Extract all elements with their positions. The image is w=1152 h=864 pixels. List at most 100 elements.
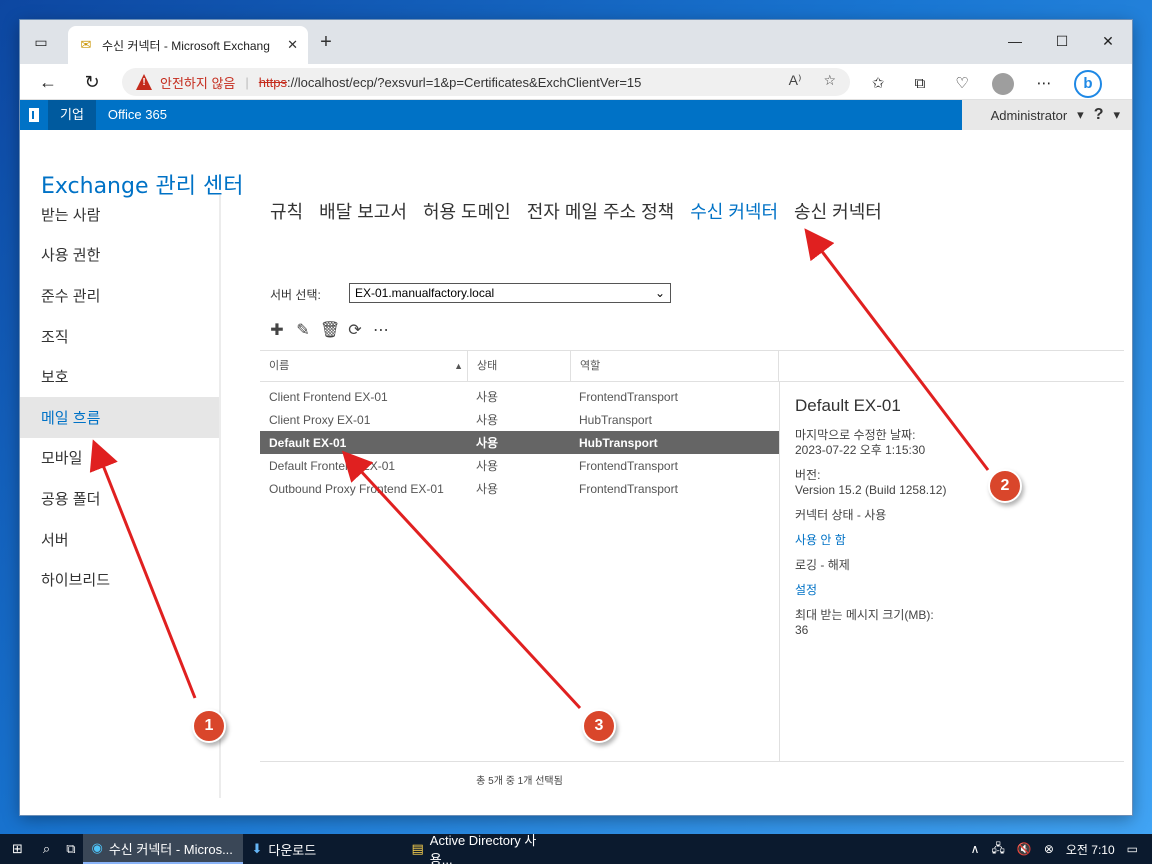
office-logo-icon[interactable] [20,100,48,130]
table-row[interactable]: Client Frontend EX-01 사용 FrontendTranspo… [260,385,779,408]
nav-divider [219,195,221,798]
refresh-icon[interactable]: ⟳ [346,320,364,340]
user-menu[interactable]: Administrator [991,108,1068,123]
row-status: 사용 [476,436,499,450]
row-status: 사용 [476,413,499,427]
close-window-button[interactable]: ✕ [1093,30,1123,52]
disable-link[interactable]: 사용 안 함 [795,533,1115,548]
more-options-icon[interactable]: ⋯ [1032,72,1056,96]
profile-avatar[interactable] [992,73,1014,95]
taskbar-app-downloads-label: 다운로드 [268,842,317,858]
row-status: 사용 [476,390,499,404]
new-tab-button[interactable]: + [316,32,336,52]
ecp-top-bar: 기업 Office 365 Administrator ▾ ? ▾ [20,100,1132,130]
network-icon[interactable]: 🖧 [991,839,1004,860]
tab-rules[interactable]: 규칙 [270,198,303,224]
refresh-button[interactable]: ↻ [80,70,104,94]
tab-delivery-reports[interactable]: 배달 보고서 [319,198,407,224]
nav-office365[interactable]: Office 365 [96,100,179,130]
connector-status: 커넥터 상태 - 사용 [795,508,887,522]
notifications-icon[interactable]: ▭ [1127,842,1138,856]
sort-ascending-icon: ▲ [454,361,463,371]
nav-item-compliance[interactable]: 준수 관리 [20,275,220,316]
url-field[interactable]: ! 안전하지 않음 | https ://localhost/ecp/?exsv… [122,68,850,96]
taskbar-app-downloads[interactable]: ⬇ 다운로드 [243,834,403,864]
taskbar-app-ad-label: Active Directory 사용... [429,833,537,864]
start-windows-icon[interactable]: ⊞ [0,834,35,864]
server-select[interactable]: EX-01.manualfactory.local ⌄ [349,283,671,303]
favorite-star-icon[interactable]: ☆ [823,72,836,89]
nav-item-servers[interactable]: 서버 [20,519,220,560]
browser-essentials-icon[interactable]: ♡ [950,72,974,96]
delete-trash-icon[interactable]: 🗑 [320,320,340,340]
tab-actions-icon[interactable]: ▭ [32,33,50,51]
help-chevron-down-icon[interactable]: ▾ [1113,107,1120,123]
task-view-icon[interactable]: ⧉ [58,834,83,864]
table-row[interactable]: Client Proxy EX-01 사용 HubTransport [260,408,779,431]
close-tab-icon[interactable]: ✕ [287,37,298,53]
column-header-name[interactable]: 이름 ▲ [260,351,468,381]
column-header-role[interactable]: 역할 [571,351,779,381]
row-role: FrontendTransport [579,389,678,404]
nav-item-mail-flow[interactable]: 메일 흐름 [20,396,220,438]
nav-item-organization[interactable]: 조직 [20,316,220,357]
table-row[interactable]: Outbound Proxy Frontend EX-01 사용 Fronten… [260,477,779,500]
browser-tab[interactable]: ✉ 수신 커넥터 - Microsoft Exchang ✕ [68,26,308,64]
collections-icon[interactable]: ⧉ [908,72,932,96]
taskbar-app-edge[interactable]: ◉ 수신 커넥터 - Micros... [83,834,244,864]
tab-receive-connectors[interactable]: 수신 커넥터 [690,198,778,224]
nav-item-public-folders[interactable]: 공용 폴더 [20,478,220,519]
bing-chat-icon[interactable]: b [1074,70,1102,98]
warning-icon: ! [136,74,152,90]
settings-link[interactable]: 설정 [795,583,1115,598]
nav-enterprise[interactable]: 기업 [48,100,96,130]
version-value: Version 15.2 (Build 1258.12) [795,483,947,497]
exchange-favicon-icon: ✉ [80,37,92,52]
status-error-icon[interactable]: ⊗ [1044,842,1054,856]
tab-accepted-domains[interactable]: 허용 도메인 [423,198,511,224]
clock[interactable]: 오전 7:10 [1066,841,1115,858]
nav-item-protection[interactable]: 보호 [20,356,220,397]
browser-window: ▭ ✉ 수신 커넥터 - Microsoft Exchang ✕ + — ☐ ✕… [20,20,1132,815]
table-header: 이름 ▲ 상태 역할 [260,350,1124,382]
security-warning[interactable]: 안전하지 않음 [160,73,235,92]
detail-pane: Default EX-01 마지막으로 수정한 날짜: 2023-07-22 오… [795,396,1115,642]
server-select-label: 서버 선택: [270,288,321,302]
add-icon[interactable]: ✚ [268,320,286,340]
read-aloud-icon[interactable]: A⁾ [789,72,802,89]
server-select-value: EX-01.manualfactory.local [355,286,495,300]
column-header-status[interactable]: 상태 [468,351,571,381]
favorites-icon[interactable]: ✩ [866,72,890,96]
title-bar: ▭ ✉ 수신 커넥터 - Microsoft Exchang ✕ + — ☐ ✕ [20,20,1132,64]
more-ellipsis-icon[interactable]: ⋯ [372,320,390,340]
nav-item-recipients[interactable]: 받는 사람 [20,194,220,235]
edit-pencil-icon[interactable]: ✎ [294,320,312,340]
detail-title: Default EX-01 [795,396,901,415]
maximize-button[interactable]: ☐ [1047,30,1077,52]
nav-item-hybrid[interactable]: 하이브리드 [20,559,220,600]
row-status: 사용 [476,482,499,496]
search-icon[interactable]: ⌕ [35,834,58,864]
help-button[interactable]: ? [1094,106,1104,124]
taskbar-app-edge-label: 수신 커넥터 - Micros... [108,841,233,857]
tab-email-address-policies[interactable]: 전자 메일 주소 정책 [527,198,674,224]
tab-title: 수신 커넥터 - Microsoft Exchang [102,38,270,53]
list-footer-divider [260,761,1124,762]
tab-send-connectors[interactable]: 송신 커넥터 [794,198,882,224]
back-button[interactable]: ← [36,70,60,94]
minimize-button[interactable]: — [1000,30,1030,52]
table-row-selected[interactable]: Default EX-01 사용 HubTransport [260,431,779,454]
version-label: 버전: [795,468,821,482]
detail-divider [779,382,780,762]
download-icon: ⬇ [251,841,263,856]
modified-value: 2023-07-22 오후 1:15:30 [795,443,926,457]
table-row[interactable]: Default Frontend EX-01 사용 FrontendTransp… [260,454,779,477]
logging-status: 로깅 - 해제 [795,558,850,572]
volume-muted-icon[interactable]: 🔇 [1017,842,1032,856]
nav-item-permissions[interactable]: 사용 권한 [20,235,220,276]
taskbar-app-ad[interactable]: ▤ Active Directory 사용... [403,833,563,864]
address-bar: ← ↻ ! 안전하지 않음 | https ://localhost/ecp/?… [20,64,1132,100]
nav-item-mobile[interactable]: 모바일 [20,438,220,479]
user-chevron-down-icon[interactable]: ▾ [1077,107,1084,123]
tray-chevron-up-icon[interactable]: ∧ [971,842,980,856]
